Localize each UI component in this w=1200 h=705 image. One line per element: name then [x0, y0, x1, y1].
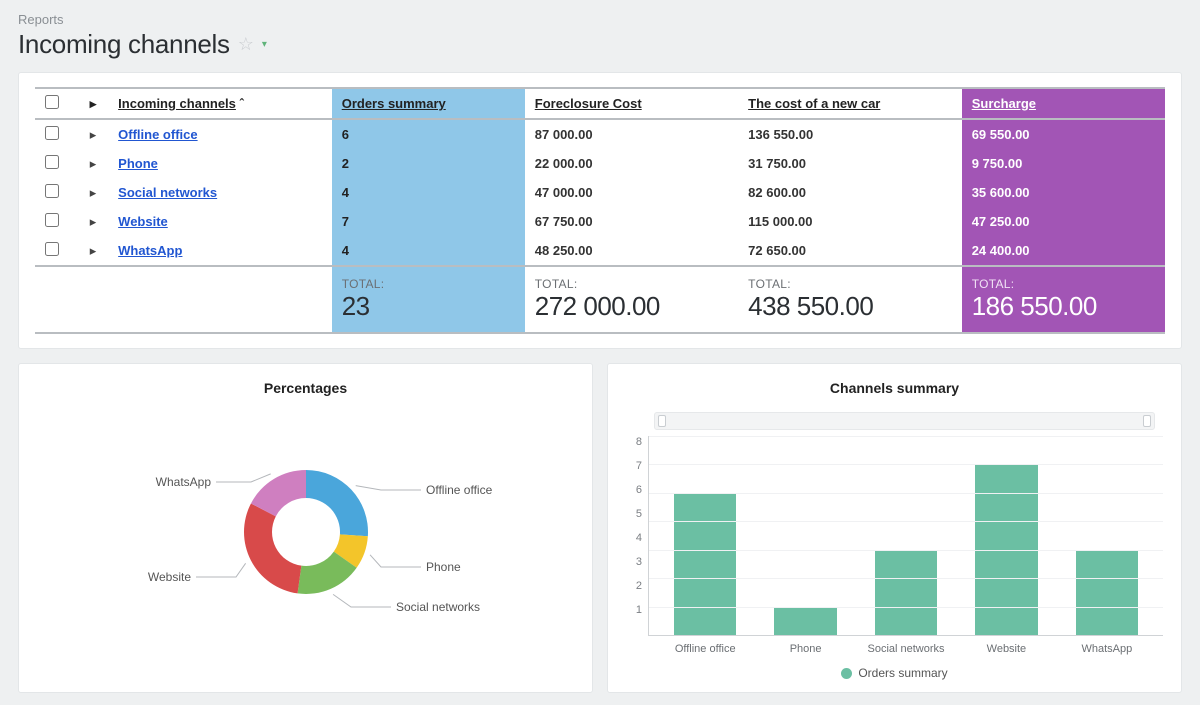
chart-range-slider[interactable] — [654, 412, 1155, 430]
bar-chart-legend: Orders summary — [626, 666, 1163, 680]
row-checkbox[interactable] — [45, 184, 59, 198]
channel-link[interactable]: Website — [118, 214, 168, 229]
bar-column: Website — [956, 436, 1056, 635]
cell-surcharge: 35 600.00 — [962, 178, 1165, 207]
bar-category-label: Social networks — [856, 643, 956, 655]
cell-surcharge: 9 750.00 — [962, 149, 1165, 178]
cell-foreclosure: 67 750.00 — [525, 207, 738, 236]
bar-category-label: Phone — [755, 643, 855, 655]
row-checkbox[interactable] — [45, 126, 59, 140]
total-newcar: TOTAL: 438 550.00 — [738, 266, 962, 333]
cell-newcar: 31 750.00 — [738, 149, 962, 178]
donut-chart: Offline office Phone Social networks Websit… — [37, 412, 574, 652]
page-title: Incoming channels — [18, 29, 230, 60]
donut-label: Offline office — [426, 483, 493, 497]
donut-slice[interactable] — [243, 503, 300, 593]
cell-surcharge: 69 550.00 — [962, 119, 1165, 149]
column-header-surcharge[interactable]: Surcharge — [962, 88, 1165, 119]
cell-orders: 7 — [332, 207, 525, 236]
table-row: ▸ Social networks 447 000.0082 600.0035 60… — [35, 178, 1165, 207]
donut-label: WhatsApp — [155, 475, 211, 489]
cell-orders: 2 — [332, 149, 525, 178]
total-surcharge: TOTAL: 186 550.00 — [962, 266, 1165, 333]
column-header-name[interactable]: Incoming channels ˆ — [108, 88, 332, 119]
bar-category-label: Website — [956, 643, 1056, 655]
row-expand-icon[interactable]: ▸ — [80, 236, 108, 266]
row-expand-icon[interactable]: ▸ — [80, 207, 108, 236]
table-card: ▸ Incoming channels ˆ Orders summary For… — [18, 72, 1182, 349]
channel-link[interactable]: WhatsApp — [118, 243, 182, 258]
bar-column: WhatsApp — [1057, 436, 1157, 635]
bar[interactable] — [774, 607, 836, 635]
breadcrumb[interactable]: Reports — [18, 12, 1182, 27]
bar[interactable] — [875, 550, 937, 635]
column-header-foreclosure[interactable]: Foreclosure Cost — [525, 88, 738, 119]
donut-label: Website — [147, 570, 190, 584]
title-dropdown-caret-icon[interactable]: ▾ — [262, 39, 267, 50]
cell-orders: 4 — [332, 178, 525, 207]
total-foreclosure: TOTAL: 272 000.00 — [525, 266, 738, 333]
row-expand-icon[interactable]: ▸ — [80, 178, 108, 207]
cell-foreclosure: 22 000.00 — [525, 149, 738, 178]
bar-category-label: WhatsApp — [1057, 643, 1157, 655]
column-header-orders[interactable]: Orders summary — [332, 88, 525, 119]
sort-asc-icon: ˆ — [240, 96, 244, 111]
favorite-star-icon[interactable]: ☆ — [238, 34, 254, 55]
expand-all-icon[interactable]: ▸ — [80, 88, 108, 119]
cell-orders: 4 — [332, 236, 525, 266]
percentages-chart-title: Percentages — [37, 380, 574, 396]
row-expand-icon[interactable]: ▸ — [80, 149, 108, 178]
table-row: ▸ Website 767 750.00115 000.0047 250.00 — [35, 207, 1165, 236]
column-header-newcar[interactable]: The cost of a new car — [738, 88, 962, 119]
cell-surcharge: 24 400.00 — [962, 236, 1165, 266]
bar-chart-yaxis: 87654321 — [626, 436, 648, 636]
channels-table: ▸ Incoming channels ˆ Orders summary For… — [35, 87, 1165, 334]
row-checkbox[interactable] — [45, 155, 59, 169]
cell-newcar: 82 600.00 — [738, 178, 962, 207]
donut-slice[interactable] — [306, 470, 368, 536]
select-all-checkbox[interactable] — [45, 95, 59, 109]
cell-foreclosure: 48 250.00 — [525, 236, 738, 266]
bar-chart-plot: Offline officePhoneSocial networksWebsit… — [648, 436, 1163, 636]
row-checkbox[interactable] — [45, 242, 59, 256]
legend-dot-icon — [841, 668, 852, 679]
bar-category-label: Offline office — [655, 643, 755, 655]
bar[interactable] — [1076, 550, 1138, 635]
total-orders: TOTAL: 23 — [332, 266, 525, 333]
cell-newcar: 72 650.00 — [738, 236, 962, 266]
percentages-chart-card: Percentages Offline office Phone Social ne… — [18, 363, 593, 693]
channels-summary-chart-title: Channels summary — [626, 380, 1163, 396]
table-row: ▸ Offline office 687 000.00136 550.0069 55… — [35, 119, 1165, 149]
row-checkbox[interactable] — [45, 213, 59, 227]
slider-handle-right[interactable] — [1143, 415, 1151, 427]
channels-summary-chart-card: Channels summary 87654321 Offline office… — [607, 363, 1182, 693]
cell-foreclosure: 47 000.00 — [525, 178, 738, 207]
channel-link[interactable]: Offline office — [118, 127, 197, 142]
cell-orders: 6 — [332, 119, 525, 149]
cell-newcar: 115 000.00 — [738, 207, 962, 236]
donut-label: Phone — [426, 560, 461, 574]
cell-surcharge: 47 250.00 — [962, 207, 1165, 236]
slider-handle-left[interactable] — [658, 415, 666, 427]
donut-label: Social networks — [396, 600, 480, 614]
table-row: ▸ WhatsApp 448 250.0072 650.0024 400.00 — [35, 236, 1165, 266]
channel-link[interactable]: Phone — [118, 156, 158, 171]
cell-newcar: 136 550.00 — [738, 119, 962, 149]
channel-link[interactable]: Social networks — [118, 185, 217, 200]
bar-column: Phone — [755, 436, 855, 635]
bar-column: Social networks — [856, 436, 956, 635]
bar-column: Offline office — [655, 436, 755, 635]
row-expand-icon[interactable]: ▸ — [80, 119, 108, 149]
bar[interactable] — [674, 493, 736, 635]
table-row: ▸ Phone 222 000.0031 750.009 750.00 — [35, 149, 1165, 178]
cell-foreclosure: 87 000.00 — [525, 119, 738, 149]
